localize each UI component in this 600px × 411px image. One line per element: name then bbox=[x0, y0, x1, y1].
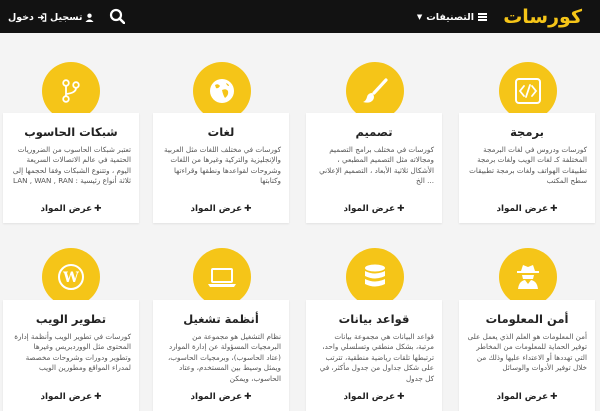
plus-icon: ✚ bbox=[244, 204, 252, 214]
button-label: عرض المواد bbox=[190, 392, 243, 402]
button-label: عرض المواد bbox=[496, 204, 549, 214]
caret-down-icon: ▼ bbox=[416, 13, 423, 21]
view-courses-button[interactable]: ✚عرض المواد bbox=[459, 204, 595, 214]
plus-icon: ✚ bbox=[397, 392, 405, 402]
card-description: كورسات ودروس في لغات البرمجة المختلفة كـ… bbox=[469, 145, 587, 186]
register-label: تسجيل bbox=[50, 11, 83, 23]
wordpress-circle: W bbox=[42, 248, 100, 306]
database-icon bbox=[365, 264, 385, 287]
card-title: لغات bbox=[207, 125, 235, 139]
card-title: برمجة bbox=[510, 125, 544, 139]
card-title: تطوير الويب bbox=[35, 312, 107, 326]
card-title: شبكات الحاسوب bbox=[24, 125, 118, 139]
card-description: كورسات في تطوير الويب وأنظمة إدارة المحت… bbox=[14, 332, 131, 373]
button-label: عرض المواد bbox=[40, 204, 93, 214]
card-title: قواعد بيانات bbox=[338, 312, 410, 326]
plus-icon: ✚ bbox=[94, 392, 102, 402]
laptop-icon bbox=[208, 268, 236, 287]
register-link[interactable]: تسجيل bbox=[50, 9, 95, 25]
laptop-circle bbox=[193, 248, 251, 306]
globe-circle bbox=[193, 62, 251, 120]
plus-icon: ✚ bbox=[397, 204, 405, 214]
site-logo[interactable]: كورسات bbox=[503, 3, 582, 31]
sign-in-icon bbox=[37, 12, 47, 22]
user-icon bbox=[85, 13, 95, 22]
view-courses-button[interactable]: ✚عرض المواد bbox=[306, 392, 442, 402]
card-title: أنظمة تشغيل bbox=[183, 312, 259, 326]
card-description: كورسات في مختلف برامج التصميم ومجالاته م… bbox=[319, 145, 434, 186]
course-card-programming: برمجة كورسات ودروس في لغات البرمجة المخت… bbox=[459, 113, 595, 223]
login-label: دخول bbox=[8, 11, 34, 23]
globe-icon bbox=[210, 79, 234, 103]
code-icon bbox=[515, 78, 541, 104]
plus-icon: ✚ bbox=[550, 392, 558, 402]
paintbrush-circle bbox=[346, 62, 404, 120]
plus-icon: ✚ bbox=[94, 204, 102, 214]
plus-icon: ✚ bbox=[244, 392, 252, 402]
network-circle bbox=[42, 62, 100, 120]
button-label: عرض المواد bbox=[343, 204, 396, 214]
view-courses-button[interactable]: ✚عرض المواد bbox=[306, 204, 442, 214]
card-description: قواعد البيانات هي مجموعة بيانات مرتبة، ب… bbox=[319, 332, 434, 383]
plus-icon: ✚ bbox=[550, 204, 558, 214]
course-card-web-development: تطوير الويب كورسات في تطوير الويب وأنظمة… bbox=[3, 300, 139, 411]
card-description: نظام التشغيل هو مجموعة من البرمجيات المس… bbox=[167, 332, 281, 383]
logo-text: كورسات bbox=[503, 6, 582, 28]
course-card-infosec: أمن المعلومات أمن المعلومات هو العلم الذ… bbox=[459, 300, 595, 411]
menu-icon bbox=[478, 13, 487, 21]
button-label: عرض المواد bbox=[40, 392, 93, 402]
button-label: عرض المواد bbox=[343, 392, 396, 402]
card-description: أمن المعلومات هو العلم الذي يعمل على توف… bbox=[467, 332, 587, 373]
login-link[interactable]: دخول bbox=[8, 9, 47, 25]
card-description: كورسات في مختلف اللغات مثل العربية والإن… bbox=[163, 145, 281, 186]
network-icon bbox=[62, 79, 80, 103]
card-title: أمن المعلومات bbox=[485, 312, 569, 326]
view-courses-button[interactable]: ✚عرض المواد bbox=[459, 392, 595, 402]
view-courses-button[interactable]: ✚عرض المواد bbox=[3, 204, 139, 214]
spy-icon bbox=[517, 265, 539, 289]
spy-circle bbox=[499, 248, 557, 306]
button-label: عرض المواد bbox=[496, 392, 549, 402]
card-title: تصميم bbox=[355, 125, 393, 139]
wordpress-icon: W bbox=[58, 264, 84, 290]
code-circle bbox=[499, 62, 557, 120]
view-courses-button[interactable]: ✚عرض المواد bbox=[3, 392, 139, 402]
course-card-databases: قواعد بيانات قواعد البيانات هي مجموعة بي… bbox=[306, 300, 442, 411]
course-card-operating-systems: أنظمة تشغيل نظام التشغيل هو مجموعة من ال… bbox=[153, 300, 289, 411]
course-card-design: تصميم كورسات في مختلف برامج التصميم ومجا… bbox=[306, 113, 442, 223]
course-card-networks: شبكات الحاسوب تعتبر شبكات الحاسوب من الض… bbox=[3, 113, 139, 223]
categories-label: التصنيفات bbox=[426, 11, 474, 23]
card-description: تعتبر شبكات الحاسوب من الضروريات الحتمية… bbox=[12, 145, 131, 186]
svg-text:W: W bbox=[62, 270, 79, 286]
button-label: عرض المواد bbox=[190, 204, 243, 214]
view-courses-button[interactable]: ✚عرض المواد bbox=[153, 392, 289, 402]
database-circle bbox=[346, 248, 404, 306]
course-card-languages: لغات كورسات في مختلف اللغات مثل العربية … bbox=[153, 113, 289, 223]
paintbrush-icon bbox=[363, 78, 388, 103]
search-icon[interactable] bbox=[109, 8, 125, 24]
top-navbar: كورسات التصنيفات ▼ تسجيل دخول bbox=[0, 0, 600, 33]
view-courses-button[interactable]: ✚عرض المواد bbox=[153, 204, 289, 214]
categories-menu[interactable]: التصنيفات ▼ bbox=[417, 9, 487, 25]
